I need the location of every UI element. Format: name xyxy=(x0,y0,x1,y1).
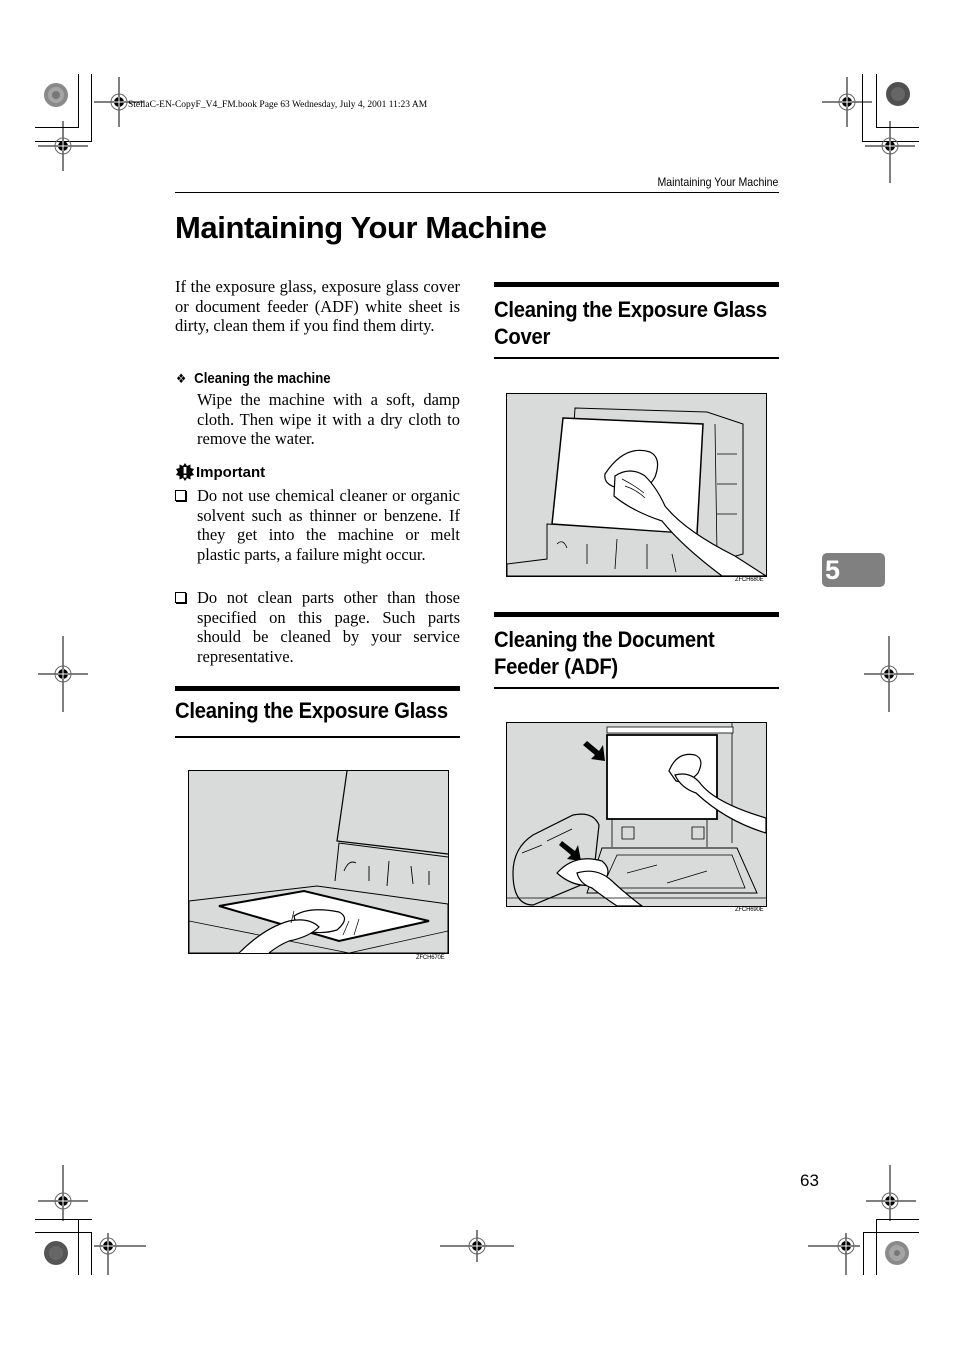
calibration-dial-icon xyxy=(885,1241,909,1265)
crop-line xyxy=(876,1219,877,1275)
crop-line xyxy=(78,1219,79,1275)
checkbox-bullet-icon xyxy=(175,592,186,603)
running-head: Maintaining Your Machine xyxy=(657,175,778,189)
section-heading-text: Cleaning the Exposure Glass Cover xyxy=(494,297,767,349)
registration-target-icon xyxy=(38,1165,88,1221)
crop-line xyxy=(863,1232,864,1275)
important-label: Important xyxy=(196,463,266,481)
important-heading: Important xyxy=(176,463,265,481)
illustration-glass-cover xyxy=(506,393,767,577)
registration-target-icon xyxy=(440,1230,514,1262)
list-item-text: Do not use chemical cleaner or organic s… xyxy=(197,486,460,564)
registration-target-icon xyxy=(38,636,88,712)
checkbox-bullet-icon xyxy=(175,490,186,501)
glass-cover-drawing xyxy=(507,394,766,576)
crop-line xyxy=(35,1232,92,1233)
crop-line xyxy=(863,1232,919,1233)
section-heading-glass-cover: Cleaning the Exposure Glass Cover xyxy=(494,282,779,359)
section-heading-text: Cleaning the Document Feeder (ADF) xyxy=(494,627,715,679)
diamond-bullet-icon: ❖ xyxy=(176,371,187,386)
important-icon xyxy=(176,463,194,481)
registration-target-icon xyxy=(808,1233,860,1275)
section-heading-exposure-glass: Cleaning the Exposure Glass xyxy=(175,686,460,738)
illustration-exposure-glass xyxy=(188,770,449,954)
section-heading-adf: Cleaning the Document Feeder (ADF) xyxy=(494,612,779,689)
chapter-tab: 5 xyxy=(822,553,885,587)
book-info-slug: StellaC-EN-CopyF_V4_FM.book Page 63 Wedn… xyxy=(128,100,428,110)
adf-drawing xyxy=(507,723,766,906)
crop-line xyxy=(78,74,79,128)
header-rule xyxy=(175,192,779,193)
registration-target-icon xyxy=(38,121,88,171)
illustration-adf xyxy=(506,722,767,907)
figure-code: ZFCH680E xyxy=(735,577,764,583)
crop-line xyxy=(91,74,92,141)
cleaning-machine-heading-text: Cleaning the machine xyxy=(194,370,331,387)
registration-target-icon xyxy=(865,121,915,183)
figure-code: ZFCH690E xyxy=(735,907,764,913)
figure-code: ZFCH670E xyxy=(416,955,445,961)
registration-target-icon xyxy=(822,77,872,127)
page-number: 63 xyxy=(800,1171,819,1190)
page-title: Maintaining Your Machine xyxy=(175,210,547,245)
registration-target-icon xyxy=(866,1165,916,1221)
crop-line xyxy=(876,74,877,128)
calibration-dial-icon xyxy=(886,82,910,106)
calibration-dial-icon xyxy=(44,83,68,107)
cleaning-machine-heading: ❖ Cleaning the machine xyxy=(176,370,331,387)
intro-paragraph: If the exposure glass, exposure glass co… xyxy=(175,277,460,335)
registration-target-icon xyxy=(864,636,914,712)
list-item-text: Do not clean parts other than those spec… xyxy=(197,588,460,666)
calibration-dial-icon xyxy=(44,1241,68,1265)
cleaning-machine-body: Wipe the machine with a soft, damp cloth… xyxy=(197,390,460,448)
crop-line xyxy=(91,1232,92,1275)
registration-target-icon xyxy=(94,1233,146,1275)
exposure-glass-drawing xyxy=(189,771,448,953)
section-heading-text: Cleaning the Exposure Glass xyxy=(175,698,448,723)
